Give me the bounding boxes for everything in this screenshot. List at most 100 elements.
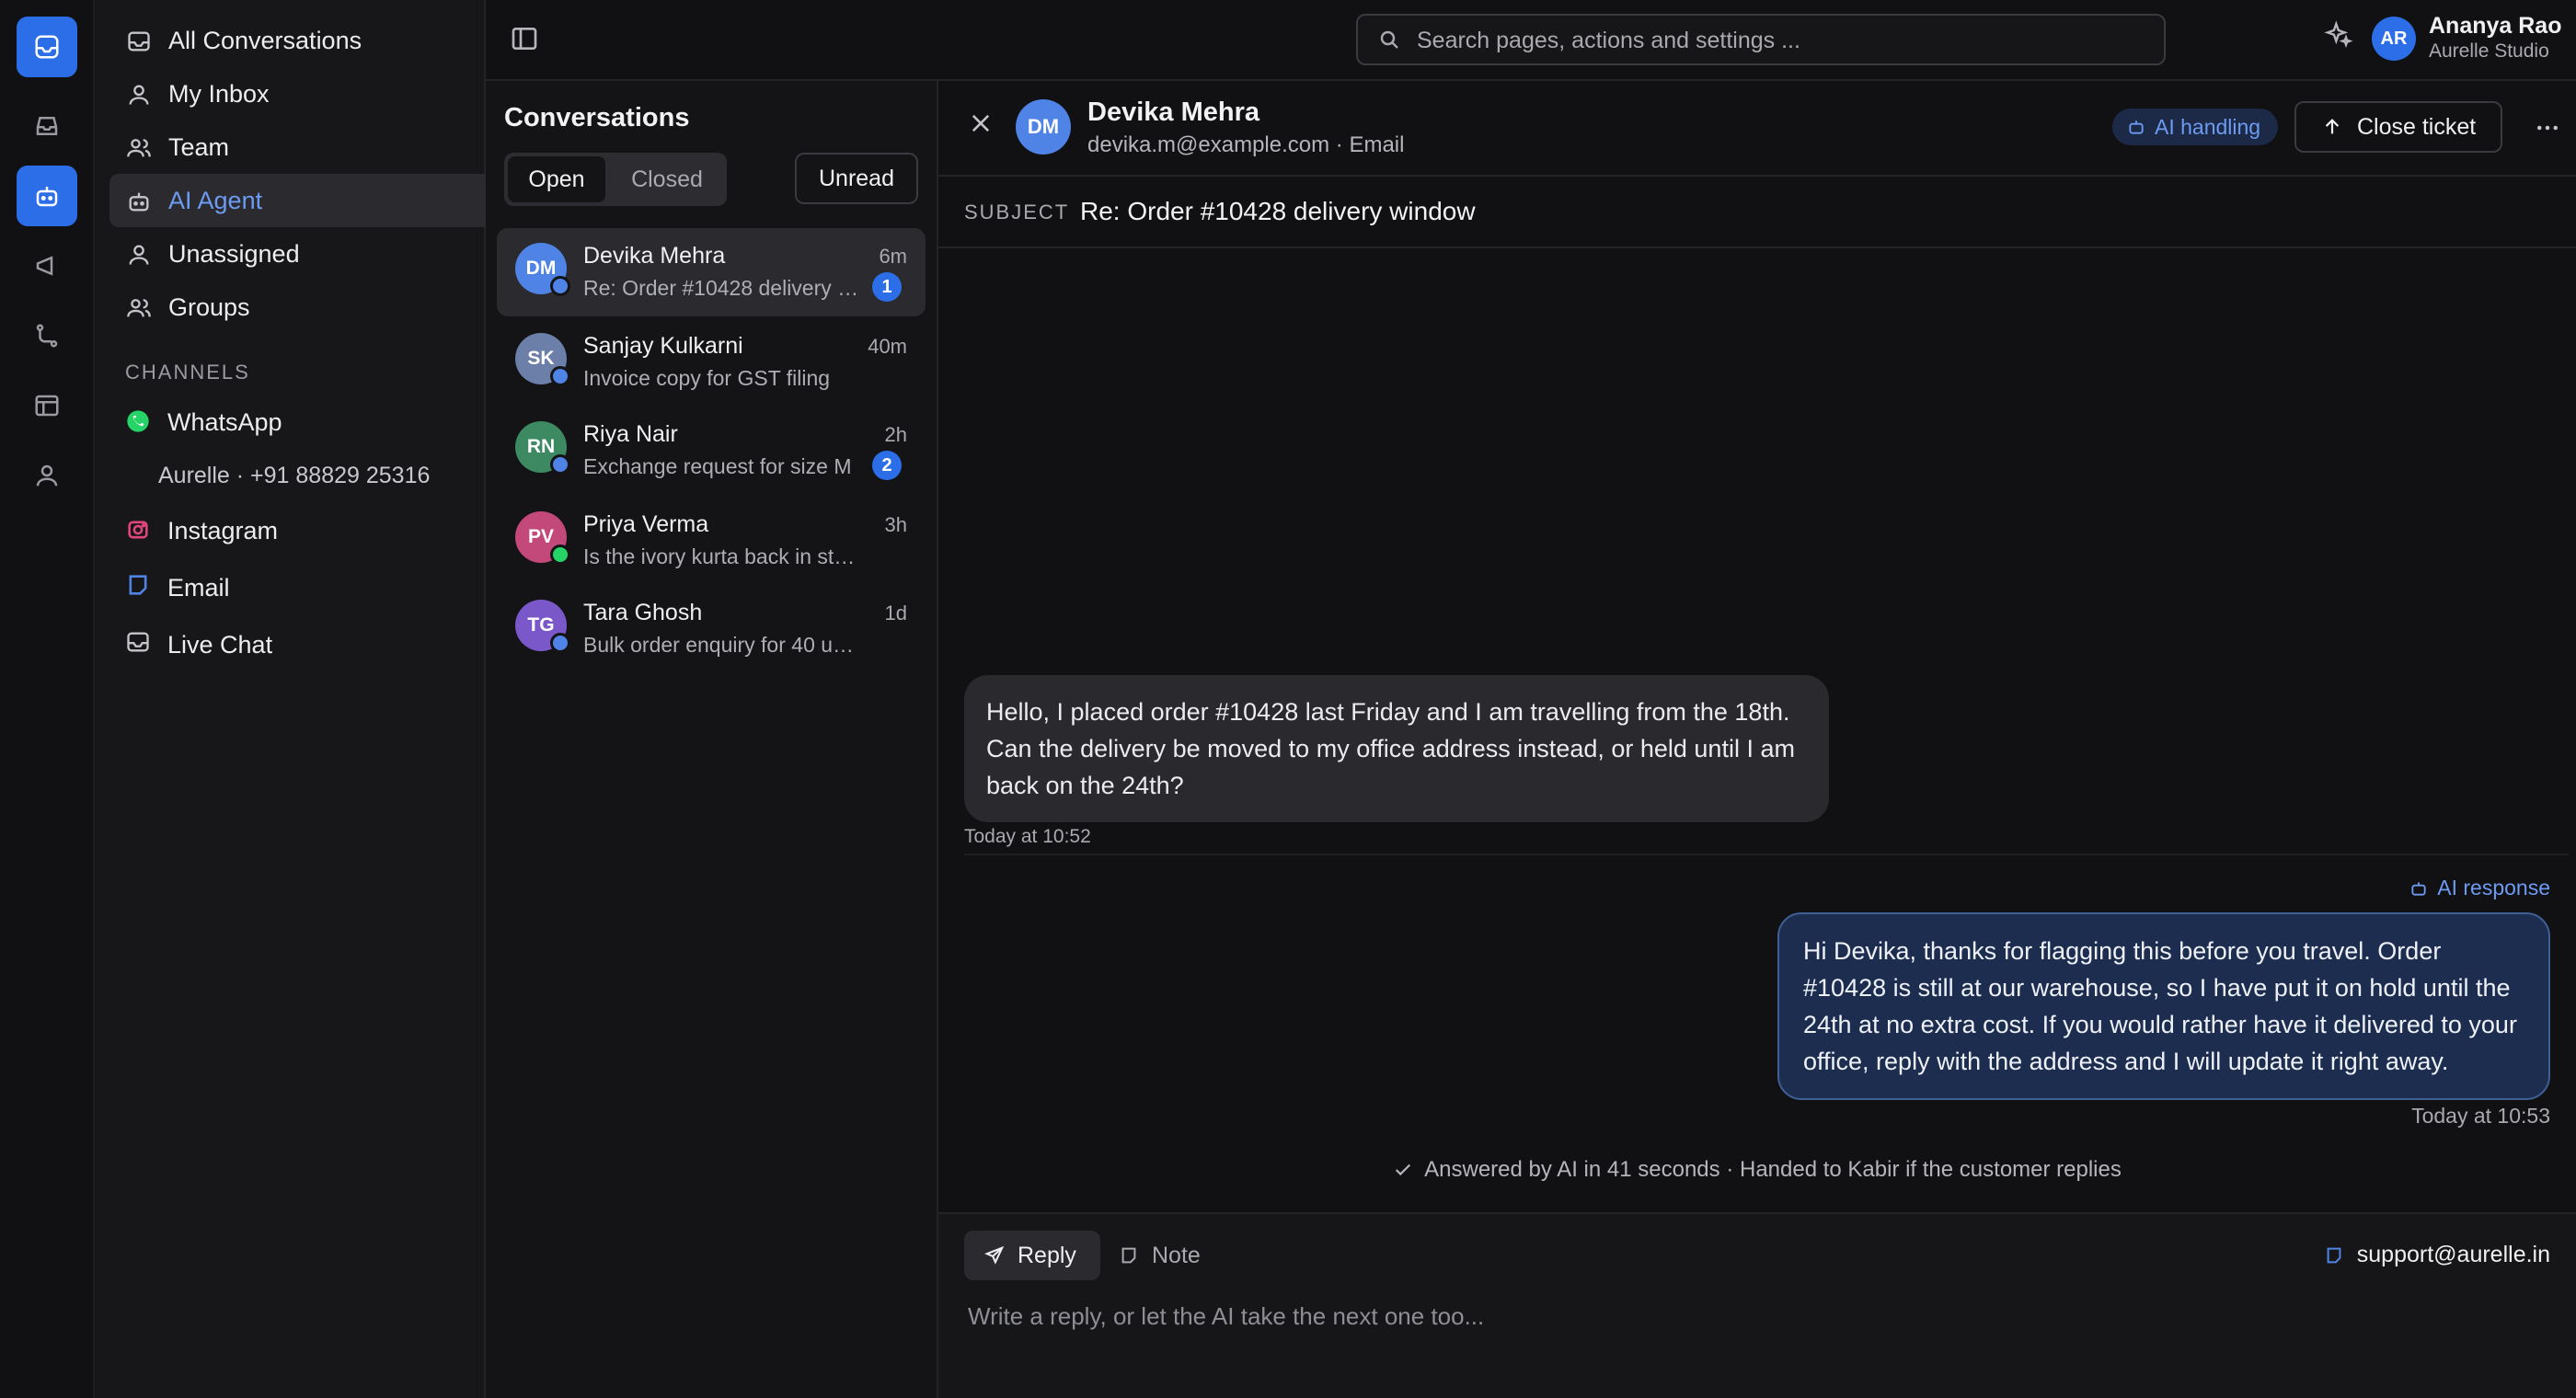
note-icon [1121,1247,1136,1264]
email-channel-dot [550,454,570,475]
workflow-icon[interactable] [17,305,77,366]
bot-icon [2411,881,2426,896]
search-input[interactable]: Search pages, actions and settings ... [1356,14,2166,65]
inbox-icon[interactable] [17,96,77,156]
app-rail [0,0,95,1398]
conversation-time: 3h [884,513,907,536]
avatar: DM [515,243,570,296]
whatsapp-icon [127,410,149,432]
avatar: SK [515,333,570,386]
nav-sidebar: All Conversations 96 My Inbox 7 Team 31 … [95,0,564,1398]
conversation-snippet: Bulk order enquiry for 40 units [583,633,859,657]
contacts-icon[interactable] [17,445,77,506]
reply-tab[interactable]: Reply [964,1231,1100,1280]
channel-instagram[interactable]: Instagram [167,517,278,545]
conversation-item[interactable]: RN Riya Nair Exchange request for size M… [497,407,926,495]
conversation-snippet: Invoice copy for GST filing [583,366,831,390]
status-tabs: Open Closed [504,153,727,206]
conversation-name: Devika Mehra [583,243,726,269]
conversation-name: Priya Verma [583,511,709,537]
sidebar-toggle-icon[interactable] [510,24,539,53]
incoming-timestamp: Today at 10:52 [964,826,1091,847]
whatsapp-channel-dot [550,544,570,565]
more-options-icon[interactable] [2534,114,2561,142]
inbox-icon [128,31,150,52]
close-ticket-button[interactable]: Close ticket [2294,101,2502,153]
contact-avatar: DM [1016,99,1071,155]
ai-handling-badge: AI handling [2112,109,2278,145]
ai-status-line: Answered by AI in 41 seconds · Handed to… [938,1157,2576,1183]
nav-item-label: Groups [168,292,250,321]
divider [964,854,2569,855]
avatar: RN [515,421,570,475]
conversation-list: Conversations Open Closed Unread DM Devi… [486,81,938,1398]
send-icon [984,1245,1005,1265]
channel-email[interactable]: Email [167,574,230,602]
outgoing-timestamp: Today at 10:53 [2411,1104,2550,1128]
unread-filter-button[interactable]: Unread [795,153,918,204]
contact-meta: devika.m@example.com · Email [1087,132,1405,157]
subject-label: SUBJECT [964,201,1070,223]
nav-item-label: AI Agent [168,186,263,214]
arrow-up-icon [2325,119,2340,134]
note-tab[interactable]: Note [1119,1231,1229,1280]
conversation-name: Sanjay Kulkarni [583,333,743,359]
conversation-snippet: Exchange request for size M [583,454,852,478]
unread-badge: 1 [872,272,902,302]
conversation-name: Tara Ghosh [583,600,703,625]
reply-input[interactable]: Write a reply, or let the AI take the ne… [968,1302,2532,1331]
channel-live-chat[interactable]: Live Chat [167,631,272,659]
user-avatar[interactable]: AR [2372,17,2416,61]
top-bar: Search pages, actions and settings ... A… [486,0,2576,81]
email-icon [2327,1247,2341,1263]
from-address[interactable]: support@aurelle.in [2324,1242,2550,1268]
conversation-item[interactable]: TG Tara Ghosh Bulk order enquiry for 40 … [497,585,926,673]
nav-item-label: Team [168,132,230,161]
inbox-app-icon[interactable] [17,17,77,77]
unread-badge: 2 [872,451,902,480]
conversation-time: 6m [879,245,907,268]
sparkle-icon[interactable] [2324,20,2353,50]
incoming-message: Hello, I placed order #10428 last Friday… [964,675,1829,822]
bot-icon [129,192,149,212]
user-icon [129,245,149,265]
search-icon [1380,30,1398,49]
email-channel-dot [550,633,570,653]
conversation-time: 40m [868,335,907,358]
bot-icon [2129,120,2144,134]
divider [938,246,2576,248]
megaphone-icon[interactable] [17,235,77,296]
conversation-time: 1d [884,602,907,625]
search-placeholder: Search pages, actions and settings ... [1417,28,1800,53]
conversation-item[interactable]: SK Sanjay Kulkarni Invoice copy for GST … [497,318,926,407]
composer: Reply Note support@aurelle.in Write a re… [938,1212,2576,1398]
user-org: Aurelle Studio [2429,40,2549,62]
conversation-name: Riya Nair [583,421,678,447]
conversations-title: Conversations [504,103,690,132]
tab-open[interactable]: Open [508,156,605,202]
close-icon[interactable] [968,110,994,136]
email-icon [129,575,147,595]
divider [938,175,2576,177]
bot-icon[interactable] [17,166,77,226]
email-channel-dot [550,276,570,296]
contact-name: Devika Mehra [1087,97,1259,127]
ticket-view: DM Devika Mehra devika.m@example.com · E… [938,81,2576,1398]
channels-heading: CHANNELS [125,361,250,384]
whatsapp-account[interactable]: Aurelle · +91 88829 25316 [158,463,430,489]
email-channel-dot [550,366,570,386]
ai-response-label: AI response [2409,876,2550,900]
layout-icon[interactable] [17,375,77,436]
tab-closed[interactable]: Closed [613,156,721,202]
user-name: Ananya Rao [2429,13,2562,39]
conversation-item[interactable]: DM Devika Mehra Re: Order #10428 deliver… [497,228,926,316]
nav-item-label: My Inbox [168,79,270,108]
users-icon [127,299,151,317]
channel-whatsapp[interactable]: WhatsApp [167,408,282,437]
instagram-icon [128,521,148,539]
user-icon [129,85,149,105]
users-icon [127,139,151,157]
subject-text: Re: Order #10428 delivery window [1080,197,1476,225]
check-icon [1396,1163,1411,1176]
conversation-item[interactable]: PV Priya Verma Is the ivory kurta back i… [497,497,926,585]
